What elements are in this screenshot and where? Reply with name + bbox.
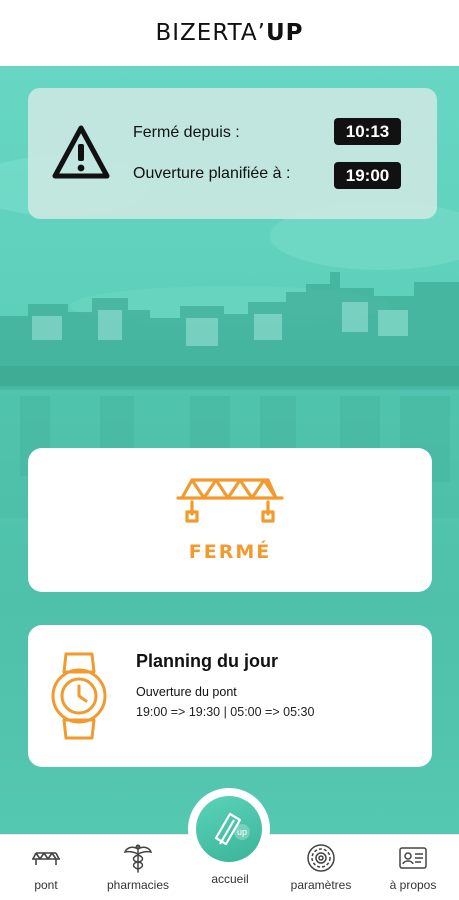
- nav-item-pharmacies[interactable]: pharmacies: [92, 835, 184, 900]
- closed-since-label: Fermé depuis :: [133, 124, 240, 141]
- planned-opening-label: Ouverture planifiée à :: [133, 165, 291, 182]
- nav-label-pharmacies: pharmacies: [106, 878, 170, 892]
- planning-subtitle: Ouverture du pont: [136, 685, 237, 699]
- nav-item-pont[interactable]: pont: [0, 835, 92, 900]
- settings-icon: [307, 844, 335, 872]
- app-logo-title: BIZERTA’UP: [155, 20, 303, 46]
- planning-title: Planning du jour: [136, 651, 278, 671]
- nav-label-pont: pont: [34, 878, 58, 892]
- app-header: BIZERTA’UP: [0, 0, 459, 66]
- bridge-nav-icon: [32, 852, 60, 865]
- nav-label-parametres: paramètres: [290, 878, 352, 892]
- caduceus-icon: [123, 844, 153, 873]
- center-badge-text: up: [237, 827, 247, 837]
- planning-times: 19:00 => 19:30 | 05:00 => 05:30: [136, 705, 315, 719]
- id-card-icon: [399, 847, 427, 869]
- app-title-part2: UP: [265, 20, 304, 46]
- nav-item-a-propos[interactable]: à propos: [367, 835, 459, 900]
- watch-icon: [51, 652, 107, 740]
- warning-icon: [52, 125, 110, 179]
- home-logo-icon: up: [214, 812, 250, 846]
- planned-opening-time-badge: 19:00: [334, 162, 401, 189]
- closed-since-time-badge: 10:13: [334, 118, 401, 145]
- bridge-status-label: FERMÉ: [188, 541, 272, 563]
- nav-item-parametres[interactable]: paramètres: [275, 835, 367, 900]
- nav-label-accueil: accueil: [211, 872, 249, 886]
- bridge-icon: [176, 478, 284, 523]
- app-title-part1: BIZERTA’: [155, 20, 266, 46]
- nav-label-a-propos: à propos: [389, 878, 437, 892]
